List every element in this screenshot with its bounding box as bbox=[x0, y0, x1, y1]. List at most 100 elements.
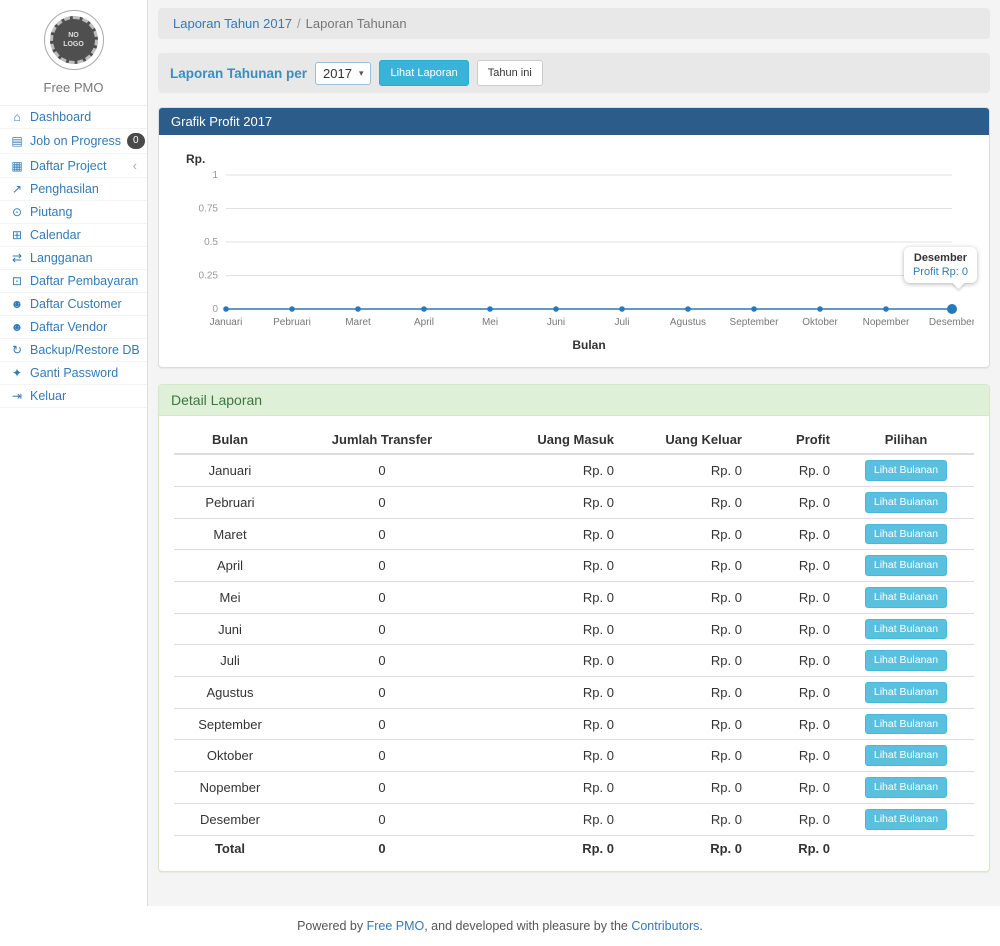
total-label: Total bbox=[174, 835, 286, 861]
cell-profit: Rp. 0 bbox=[750, 518, 838, 550]
total-cell: Rp. 0 bbox=[750, 835, 838, 861]
lihat-bulanan-button[interactable]: Lihat Bulanan bbox=[865, 809, 947, 830]
table-total-row: Total0Rp. 0Rp. 0Rp. 0 bbox=[174, 835, 974, 861]
sidebar-item-calendar[interactable]: ⊞Calendar bbox=[0, 224, 147, 247]
lihat-bulanan-button[interactable]: Lihat Bulanan bbox=[865, 524, 947, 545]
chart-panel: Grafik Profit 2017 Rp.10.750.50.250Janua… bbox=[158, 107, 990, 368]
sidebar-item-piutang[interactable]: ⊙Piutang bbox=[0, 201, 147, 224]
cell-profit: Rp. 0 bbox=[750, 550, 838, 582]
sidebar-item-label: Keluar bbox=[30, 389, 66, 403]
x-tick-label: Agustus bbox=[670, 317, 706, 328]
cell-profit: Rp. 0 bbox=[750, 582, 838, 614]
lihat-bulanan-button[interactable]: Lihat Bulanan bbox=[865, 650, 947, 671]
data-point bbox=[947, 304, 957, 314]
sidebar-item-label: Daftar Customer bbox=[30, 297, 122, 311]
cell-bulan: Juni bbox=[174, 613, 286, 645]
lihat-laporan-button[interactable]: Lihat Laporan bbox=[379, 60, 468, 86]
filter-label: Laporan Tahunan per bbox=[170, 66, 307, 81]
col-header-bulan: Bulan bbox=[174, 426, 286, 454]
sidebar-item-backup-restore-db[interactable]: ↻Backup/Restore DB bbox=[0, 339, 147, 362]
total-cell: 0 bbox=[286, 835, 478, 861]
year-select-value: 2017 bbox=[323, 66, 352, 81]
sidebar-item-label: Dashboard bbox=[30, 110, 91, 124]
year-select[interactable]: 2017 ▾ bbox=[315, 62, 371, 85]
no-logo-badge: NO LOGO bbox=[50, 16, 98, 64]
sidebar-item-penghasilan[interactable]: ↗Penghasilan bbox=[0, 178, 147, 201]
cell-bulan: Nopember bbox=[174, 772, 286, 804]
breadcrumb-link[interactable]: Laporan Tahun 2017 bbox=[173, 16, 292, 31]
cell-pilihan: Lihat Bulanan bbox=[838, 486, 974, 518]
cell-pilihan: Lihat Bulanan bbox=[838, 582, 974, 614]
cell-uang-keluar: Rp. 0 bbox=[622, 582, 750, 614]
cell-bulan: Oktober bbox=[174, 740, 286, 772]
daftar-project-icon: ▦ bbox=[10, 159, 24, 173]
contributors-link[interactable]: Contributors bbox=[631, 919, 699, 933]
detail-table: BulanJumlah TransferUang MasukUang Kelua… bbox=[174, 426, 974, 860]
footer: Powered by Free PMO, and developed with … bbox=[0, 906, 1000, 946]
cell-uang-masuk: Rp. 0 bbox=[478, 740, 622, 772]
cell-profit: Rp. 0 bbox=[750, 486, 838, 518]
data-point bbox=[289, 306, 295, 312]
cell-jumlah-transfer: 0 bbox=[286, 708, 478, 740]
cell-uang-keluar: Rp. 0 bbox=[622, 550, 750, 582]
cell-jumlah-transfer: 0 bbox=[286, 613, 478, 645]
cell-profit: Rp. 0 bbox=[750, 613, 838, 645]
cell-uang-keluar: Rp. 0 bbox=[622, 486, 750, 518]
lihat-bulanan-button[interactable]: Lihat Bulanan bbox=[865, 682, 947, 703]
chevron-left-icon: ‹ bbox=[133, 158, 137, 173]
sidebar-item-langganan[interactable]: ⇄Langganan bbox=[0, 247, 147, 270]
cell-uang-keluar: Rp. 0 bbox=[622, 454, 750, 486]
lihat-bulanan-button[interactable]: Lihat Bulanan bbox=[865, 460, 947, 481]
chart-body: Rp.10.750.50.250JanuariPebruariMaretApri… bbox=[159, 135, 989, 367]
lihat-bulanan-button[interactable]: Lihat Bulanan bbox=[865, 777, 947, 798]
cell-uang-masuk: Rp. 0 bbox=[478, 582, 622, 614]
cell-jumlah-transfer: 0 bbox=[286, 772, 478, 804]
data-point bbox=[421, 306, 427, 312]
x-tick-label: Oktober bbox=[802, 317, 838, 328]
sidebar-item-dashboard[interactable]: ⌂Dashboard bbox=[0, 106, 147, 129]
sidebar-item-label: Calendar bbox=[30, 228, 81, 242]
tahun-ini-button[interactable]: Tahun ini bbox=[477, 60, 543, 86]
x-tick-label: Maret bbox=[345, 317, 371, 328]
cell-jumlah-transfer: 0 bbox=[286, 803, 478, 835]
cell-pilihan: Lihat Bulanan bbox=[838, 645, 974, 677]
lihat-bulanan-button[interactable]: Lihat Bulanan bbox=[865, 587, 947, 608]
x-tick-label: Pebruari bbox=[273, 317, 311, 328]
y-axis-title: Rp. bbox=[186, 152, 205, 166]
sidebar-item-daftar-customer[interactable]: ☻Daftar Customer bbox=[0, 293, 147, 316]
cell-pilihan: Lihat Bulanan bbox=[838, 708, 974, 740]
col-header-uang-masuk: Uang Masuk bbox=[478, 426, 622, 454]
data-point bbox=[619, 306, 625, 312]
lihat-bulanan-button[interactable]: Lihat Bulanan bbox=[865, 714, 947, 735]
sidebar-item-keluar[interactable]: ⇥ Keluar bbox=[0, 385, 147, 408]
filter-bar: Laporan Tahunan per 2017 ▾ Lihat Laporan… bbox=[158, 53, 990, 93]
cell-pilihan: Lihat Bulanan bbox=[838, 803, 974, 835]
free-pmo-link[interactable]: Free PMO bbox=[367, 919, 425, 933]
data-point bbox=[817, 306, 823, 312]
breadcrumb-separator: / bbox=[297, 16, 301, 31]
sidebar-item-daftar-project[interactable]: ▦Daftar Project‹ bbox=[0, 154, 147, 178]
daftar-vendor-icon: ☻ bbox=[10, 320, 24, 334]
cell-uang-masuk: Rp. 0 bbox=[478, 803, 622, 835]
sidebar-item-ganti-password[interactable]: ✦Ganti Password bbox=[0, 362, 147, 385]
footer-text-middle: , and developed with pleasure by the bbox=[424, 919, 631, 933]
cell-uang-keluar: Rp. 0 bbox=[622, 772, 750, 804]
table-row: Januari0Rp. 0Rp. 0Rp. 0Lihat Bulanan bbox=[174, 454, 974, 486]
lihat-bulanan-button[interactable]: Lihat Bulanan bbox=[865, 555, 947, 576]
cell-jumlah-transfer: 0 bbox=[286, 582, 478, 614]
table-header-row: BulanJumlah TransferUang MasukUang Kelua… bbox=[174, 426, 974, 454]
cell-uang-keluar: Rp. 0 bbox=[622, 518, 750, 550]
sidebar-item-daftar-vendor[interactable]: ☻Daftar Vendor bbox=[0, 316, 147, 339]
x-tick-label: April bbox=[414, 317, 434, 328]
table-row: Agustus0Rp. 0Rp. 0Rp. 0Lihat Bulanan bbox=[174, 677, 974, 709]
x-tick-label: Desember bbox=[929, 317, 974, 328]
lihat-bulanan-button[interactable]: Lihat Bulanan bbox=[865, 619, 947, 640]
lihat-bulanan-button[interactable]: Lihat Bulanan bbox=[865, 745, 947, 766]
total-cell bbox=[838, 835, 974, 861]
x-tick-label: September bbox=[730, 317, 780, 328]
x-tick-label: Januari bbox=[210, 317, 243, 328]
sidebar-item-daftar-pembayaran[interactable]: ⊡Daftar Pembayaran bbox=[0, 270, 147, 293]
sidebar-item-job-on-progress[interactable]: ▤Job on Progress0 bbox=[0, 129, 147, 154]
lihat-bulanan-button[interactable]: Lihat Bulanan bbox=[865, 492, 947, 513]
keluar-icon: ⇥ bbox=[10, 389, 24, 403]
